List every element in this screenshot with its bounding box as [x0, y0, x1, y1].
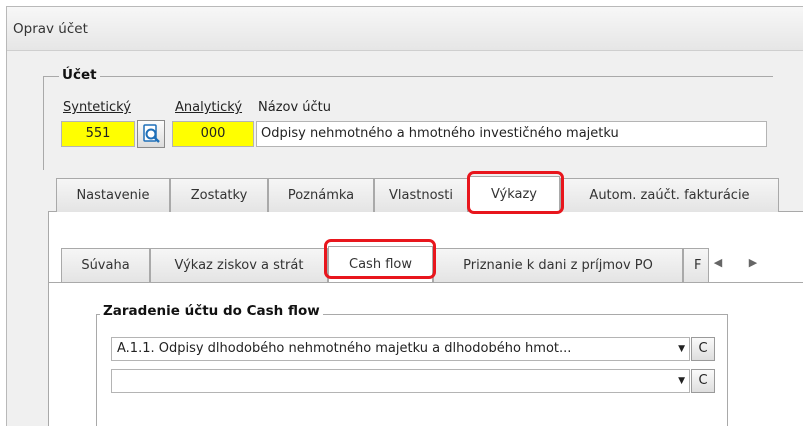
clear-button-1[interactable]: C: [691, 337, 715, 361]
analytic-label: Analytický: [175, 100, 243, 115]
chevron-right-icon[interactable]: ▶: [743, 252, 763, 272]
subtab-priznanie-k-dani[interactable]: Priznanie k dani z príjmov PO: [433, 248, 683, 282]
analytic-input[interactable]: 000: [172, 121, 254, 147]
tab-vykazy[interactable]: Výkazy: [468, 176, 560, 212]
subtab-vykaz-ziskov-a-strat[interactable]: Výkaz ziskov a strát: [150, 248, 328, 282]
tab-nastavenie[interactable]: Nastavenie: [56, 178, 170, 212]
cash-flow-combo-1-value: A.1.1. Odpisy dlhodobého nehmotného maje…: [117, 341, 572, 356]
dropdown-arrow-icon[interactable]: ▼: [678, 338, 685, 360]
account-lookup-button[interactable]: [137, 120, 165, 148]
account-name-input[interactable]: Odpisy nehmotného a hmotného investičnéh…: [256, 121, 767, 147]
tab-zostatky[interactable]: Zostatky: [170, 178, 268, 212]
syntetic-input[interactable]: 551: [61, 121, 135, 147]
cash-flow-combo-2[interactable]: ▼: [111, 369, 690, 393]
cash-flow-group-legend: Zaradenie účtu do Cash flow: [100, 303, 323, 319]
account-group-legend: Účet: [59, 67, 100, 83]
dropdown-arrow-icon[interactable]: ▼: [678, 370, 685, 392]
cash-flow-combo-1[interactable]: A.1.1. Odpisy dlhodobého nehmotného maje…: [111, 337, 690, 361]
subtab-cash-flow[interactable]: Cash flow: [328, 246, 433, 282]
account-name-label: Názov účtu: [258, 100, 332, 115]
subtab-f[interactable]: F: [683, 248, 709, 282]
tab-autom-zauct-fakturacie[interactable]: Autom. zaúčt. fakturácie: [560, 178, 779, 212]
chevron-left-icon[interactable]: ◀: [708, 252, 728, 272]
subtab-suvaha[interactable]: Súvaha: [61, 248, 150, 282]
syntetic-label: Syntetický: [63, 100, 131, 115]
window-title: Oprav účet: [13, 21, 88, 37]
tab-poznamka[interactable]: Poznámka: [268, 178, 374, 212]
tab-vlastnosti[interactable]: Vlastnosti: [374, 178, 468, 212]
magnifier-icon: [143, 124, 160, 143]
clear-button-2[interactable]: C: [691, 369, 715, 393]
title-bar: Oprav účet: [7, 7, 803, 51]
